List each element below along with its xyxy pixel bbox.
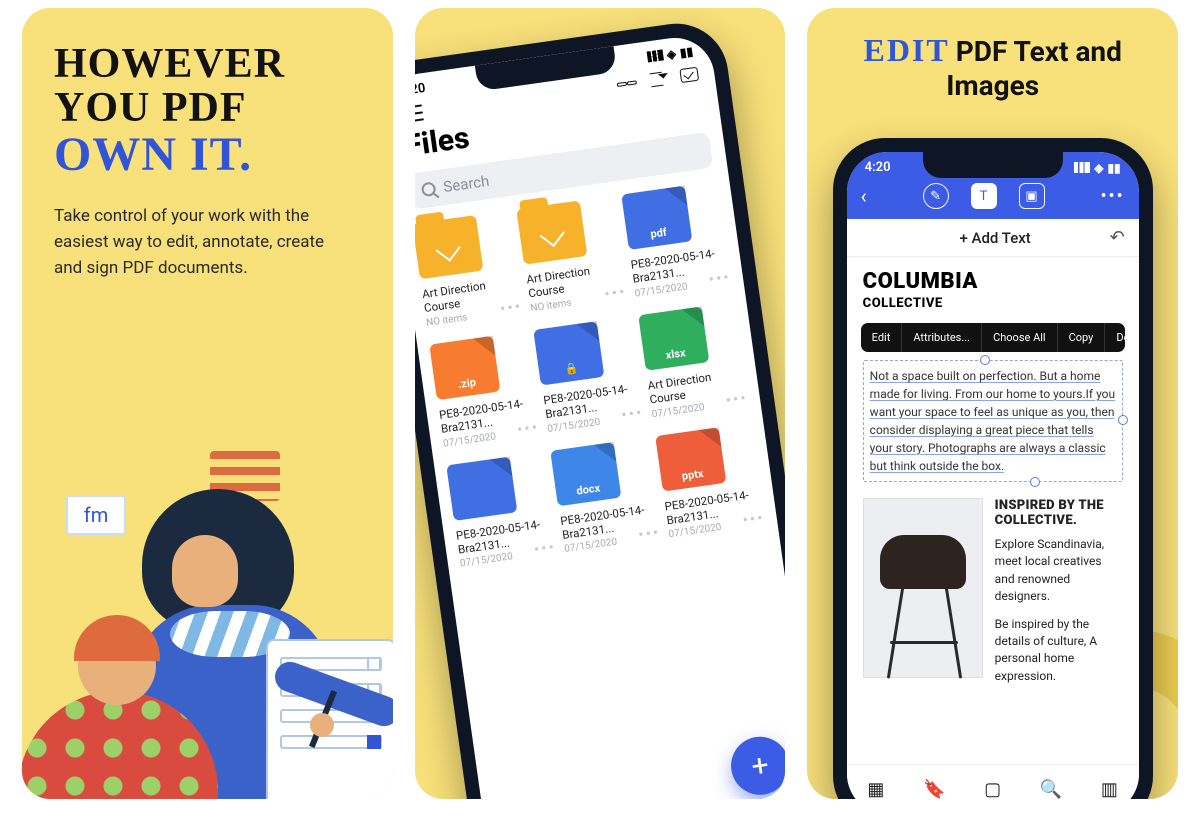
selection-handle[interactable] [1118,415,1128,425]
headline-line-3: OWN IT. [54,130,361,180]
marketing-panel-3: EDITPDF Text and Images 4:20 ◈ ▮▮ ‹ ✎ [807,8,1178,799]
text-tool-button[interactable]: T [971,183,997,209]
illustration-hand [310,713,334,737]
signature-card: fm [66,495,126,535]
file-icon [446,456,517,520]
file-more-button[interactable]: ••• [637,523,662,545]
status-icons: ◈ ▮▮ [1074,161,1120,175]
wifi-icon: ◈ [1094,161,1103,175]
file-more-button[interactable]: ••• [603,282,628,304]
marketing-panel-2: 4:20 ◈ ▮▮ Files Search Art [415,8,786,799]
signal-icon [646,49,663,62]
more-button[interactable]: ••• [1100,186,1124,207]
file-more-button[interactable]: ••• [533,537,558,559]
undo-button[interactable]: ↶ [1110,227,1125,248]
add-text-button[interactable]: + Add Text [959,229,1030,247]
file-icon: pptx [655,427,726,491]
edit-word: EDIT [863,32,949,68]
sort-button[interactable] [650,71,668,87]
illustration-man [22,627,208,799]
file-tile[interactable]: docxPE8-2020-05-14-Bra2131...07/15/2020•… [550,437,661,555]
article-heading: INSPIRED BY THE COLLECTIVE. [995,498,1123,528]
file-tile[interactable]: PE8-2020-05-14-Bra2131...07/15/2020••• [446,451,557,569]
phone-frame: 4:20 ◈ ▮▮ Files Search Art [415,17,786,799]
plus-icon: + [749,747,771,784]
search-button[interactable]: 🔍 [1040,779,1062,800]
file-grid: Art Direction CourseNO items•••Art Direc… [415,179,778,571]
add-button[interactable]: + [727,733,785,799]
battery-icon: ▮▮ [679,44,694,60]
search-icon [421,181,437,197]
reader-button[interactable]: ▥ [1098,779,1120,800]
document-subtitle: COLLECTIVE [863,296,1123,311]
annotate-tool-button[interactable]: ✎ [923,183,949,209]
file-tile[interactable]: 🔒PE8-2020-05-14-Bra2131...07/15/2020••• [534,316,645,434]
file-icon: 🔒 [534,321,605,385]
file-more-button[interactable]: ••• [741,508,766,530]
signal-icon [1074,162,1090,173]
select-button[interactable] [679,67,699,83]
battery-icon: ▮▮ [1107,161,1120,175]
file-icon: xlsx [638,306,709,370]
headline-line-1: HOWEVER [54,42,361,86]
file-tile[interactable]: .zipPE8-2020-05-14-Bra2131...07/15/2020•… [429,331,540,449]
editor-toolbar: ‹ ✎ T ▣ ••• [847,175,1139,219]
file-more-button[interactable]: ••• [516,417,541,439]
menu-button[interactable] [415,104,424,123]
marketing-body: Take control of your work with the easie… [22,181,393,282]
wifi-icon: ◈ [666,46,677,61]
file-tile[interactable]: pptxPE8-2020-05-14-Bra2131...07/15/2020•… [655,422,766,540]
image-tool-button[interactable]: ▣ [1019,183,1045,209]
context-menu-item[interactable]: Copy [1058,323,1106,352]
context-menu-item[interactable]: Edit [861,323,903,352]
context-menu-item[interactable]: Delete [1105,323,1124,352]
file-icon: .zip [429,336,500,400]
headline: HOWEVER YOU PDF OWN IT. [22,8,393,181]
bottom-toolbar: ▦ 🔖 ▢ 🔍 ▥ [847,764,1139,799]
file-more-button[interactable]: ••• [707,267,732,289]
article-p2: Be inspired by the details of culture, A… [995,616,1123,686]
signature-text: fm [84,503,109,527]
file-more-button[interactable]: ••• [499,296,524,318]
thumbnails-button[interactable]: ▦ [865,779,887,800]
bookmark-button[interactable]: 🔖 [923,779,945,800]
view-button[interactable]: ▢ [982,779,1004,800]
illustration: fm [22,429,393,799]
context-menu-item[interactable]: Attributes... [902,323,982,352]
file-more-button[interactable]: ••• [620,402,645,424]
file-more-button[interactable]: ••• [724,388,749,410]
context-menu: EditAttributes...Choose AllCopyDelete [861,323,1125,352]
article-copy: INSPIRED BY THE COLLECTIVE. Explore Scan… [995,498,1123,695]
selection-handle[interactable] [1030,477,1040,487]
article-p1: Explore Scandinavia, meet local creative… [995,536,1123,606]
phone-notch [923,152,1063,178]
illustration-face [172,535,238,607]
title-rest: PDF Text and Images [946,35,1122,102]
file-icon: docx [550,441,621,505]
article-image [863,498,983,678]
file-tile[interactable]: xlsxArt Direction Course07/15/2020••• [638,302,749,420]
headline-line-2: YOU PDF [54,86,361,130]
file-tile[interactable]: Art Direction CourseNO items••• [415,210,524,328]
selection-handle[interactable] [980,355,990,365]
status-time: 4:20 [865,160,891,175]
file-icon: pdf [621,186,692,250]
view-toggle-button[interactable] [616,74,638,93]
file-tile[interactable]: pdfPE8-2020-05-14-Bra2131...07/15/2020••… [621,181,732,299]
context-menu-item[interactable]: Choose All [982,323,1058,352]
folder-icon [415,215,484,279]
folder-icon [517,200,588,264]
back-button[interactable]: ‹ [861,184,867,208]
marketing-panel-1: HOWEVER YOU PDF OWN IT. Take control of … [22,8,393,799]
search-placeholder: Search [442,172,490,196]
document-title: COLUMBIA [863,269,1123,294]
selected-text: Not a space built on perfection. But a h… [870,369,1115,473]
panel-3-title: EDITPDF Text and Images [807,8,1178,114]
file-tile[interactable]: Art Direction CourseNO items••• [517,196,628,314]
phone-frame: 4:20 ◈ ▮▮ ‹ ✎ T ▣ ••• [833,138,1153,799]
selected-text-box[interactable]: Not a space built on perfection. But a h… [863,360,1123,482]
